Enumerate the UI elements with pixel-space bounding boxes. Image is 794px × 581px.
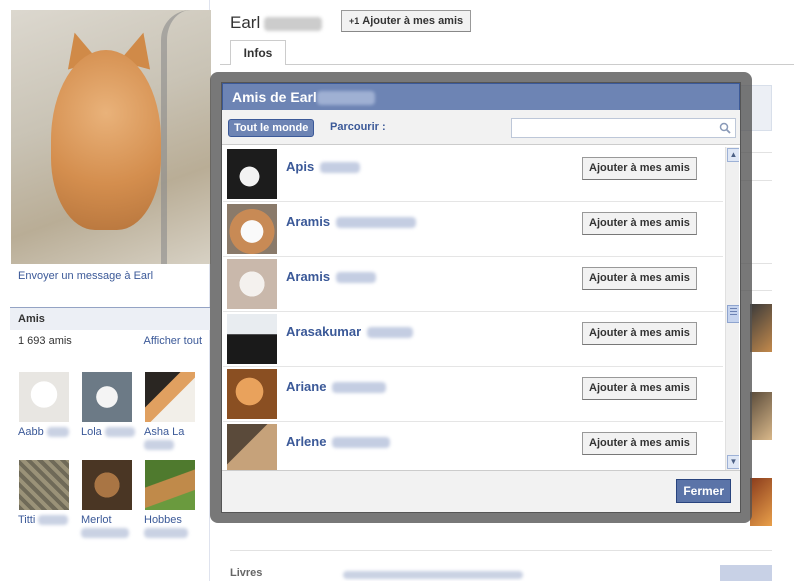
list-item: Aramis Ajouter à mes amis — [223, 257, 723, 312]
divider — [230, 550, 772, 551]
friend-photo[interactable] — [227, 369, 277, 419]
list-item: Aramis Ajouter à mes amis — [223, 202, 723, 257]
friend-thumb[interactable] — [19, 372, 69, 422]
bottom-thumb[interactable] — [720, 565, 772, 581]
search-icon[interactable] — [719, 122, 731, 134]
side-thumb[interactable] — [750, 478, 772, 526]
friend-photo[interactable] — [227, 204, 277, 254]
friends-dialog: Amis de Earl Tout le monde Parcourir : A… — [221, 82, 741, 513]
friend-name-link[interactable]: Ariane — [286, 379, 387, 394]
friend-photo[interactable] — [227, 424, 277, 471]
tab-divider — [220, 64, 794, 65]
dialog-title: Amis de Earl — [222, 83, 740, 110]
friend-name[interactable]: Titti — [18, 514, 78, 527]
friend-name-link[interactable]: Aramis — [286, 269, 376, 284]
friend-name-link[interactable]: Aramis — [286, 214, 416, 229]
list-item: Apis Ajouter à mes amis — [223, 147, 723, 202]
dialog-footer: Fermer — [222, 470, 740, 512]
friends-list[interactable]: Apis Ajouter à mes amis Aramis Ajouter à… — [223, 147, 739, 471]
chair-shape — [161, 10, 201, 264]
scrollbar-thumb[interactable] — [727, 305, 739, 323]
friend-name-link[interactable]: Apis — [286, 159, 360, 174]
search-input[interactable] — [512, 119, 712, 137]
add-friend-icon: +1 — [349, 16, 360, 26]
profile-picture[interactable] — [11, 10, 211, 264]
friend-name-link[interactable]: Arlene — [286, 434, 391, 449]
list-item: Arlene Ajouter à mes amis — [223, 422, 723, 471]
blurred-last-name — [316, 91, 375, 106]
friend-name[interactable]: Merlot — [81, 514, 141, 540]
scrollbar[interactable]: ▲ ▼ — [725, 147, 739, 471]
books-label: Livres — [230, 567, 263, 579]
list-item: Arasakumar Ajouter à mes amis — [223, 312, 723, 367]
list-item: Ariane Ajouter à mes amis — [223, 367, 723, 422]
friends-box: Amis 1 693 amis Afficher tout Aabb Lola … — [10, 307, 210, 572]
blurred-last-name — [264, 16, 323, 31]
show-all-friends-link[interactable]: Afficher tout — [144, 335, 203, 347]
browse-label[interactable]: Parcourir : — [330, 121, 386, 133]
tab-infos[interactable]: Infos — [230, 40, 286, 65]
friend-thumb[interactable] — [82, 372, 132, 422]
scroll-down-icon[interactable]: ▼ — [727, 455, 739, 469]
friend-thumb[interactable] — [145, 372, 195, 422]
dialog-filter-bar: Tout le monde Parcourir : — [222, 110, 740, 145]
add-friend-button[interactable]: Ajouter à mes amis — [582, 432, 697, 455]
add-friend-button[interactable]: +1 Ajouter à mes amis — [341, 10, 472, 32]
friend-photo[interactable] — [227, 259, 277, 309]
friend-photo[interactable] — [227, 314, 277, 364]
books-value-blurred[interactable] — [343, 569, 523, 581]
friend-name[interactable]: Hobbes — [144, 514, 204, 540]
cat-body — [51, 50, 161, 230]
left-column: Envoyer un message à Earl Amis 1 693 ami… — [0, 0, 211, 581]
friends-box-subheader: 1 693 amis Afficher tout — [10, 330, 210, 352]
profile-name: Earl — [230, 13, 323, 33]
add-friend-button[interactable]: Ajouter à mes amis — [582, 377, 697, 400]
friends-grid: Aabb Lola Asha La Titti Merlot Hobbes — [10, 352, 210, 572]
friend-photo[interactable] — [227, 149, 277, 199]
add-friend-button[interactable]: Ajouter à mes amis — [582, 157, 697, 180]
friends-box-title: Amis — [10, 307, 210, 330]
send-message-link[interactable]: Envoyer un message à Earl — [18, 270, 153, 282]
friend-name[interactable]: Lola — [81, 426, 141, 439]
scroll-up-icon[interactable]: ▲ — [727, 148, 739, 162]
friend-name[interactable]: Asha La — [144, 426, 204, 452]
add-friend-button[interactable]: Ajouter à mes amis — [582, 322, 697, 345]
friends-count: 1 693 amis — [18, 335, 72, 347]
friend-thumb[interactable] — [82, 460, 132, 510]
friend-thumb[interactable] — [19, 460, 69, 510]
side-thumb[interactable] — [750, 392, 772, 440]
filter-everyone-button[interactable]: Tout le monde — [228, 119, 315, 137]
search-box[interactable] — [511, 118, 736, 138]
friend-name[interactable]: Aabb — [18, 426, 78, 439]
add-friend-button[interactable]: Ajouter à mes amis — [582, 212, 697, 235]
add-friend-button[interactable]: Ajouter à mes amis — [582, 267, 697, 290]
friend-name-link[interactable]: Arasakumar — [286, 324, 413, 339]
side-thumb[interactable] — [750, 304, 772, 352]
close-button[interactable]: Fermer — [676, 479, 731, 503]
friend-thumb[interactable] — [145, 460, 195, 510]
